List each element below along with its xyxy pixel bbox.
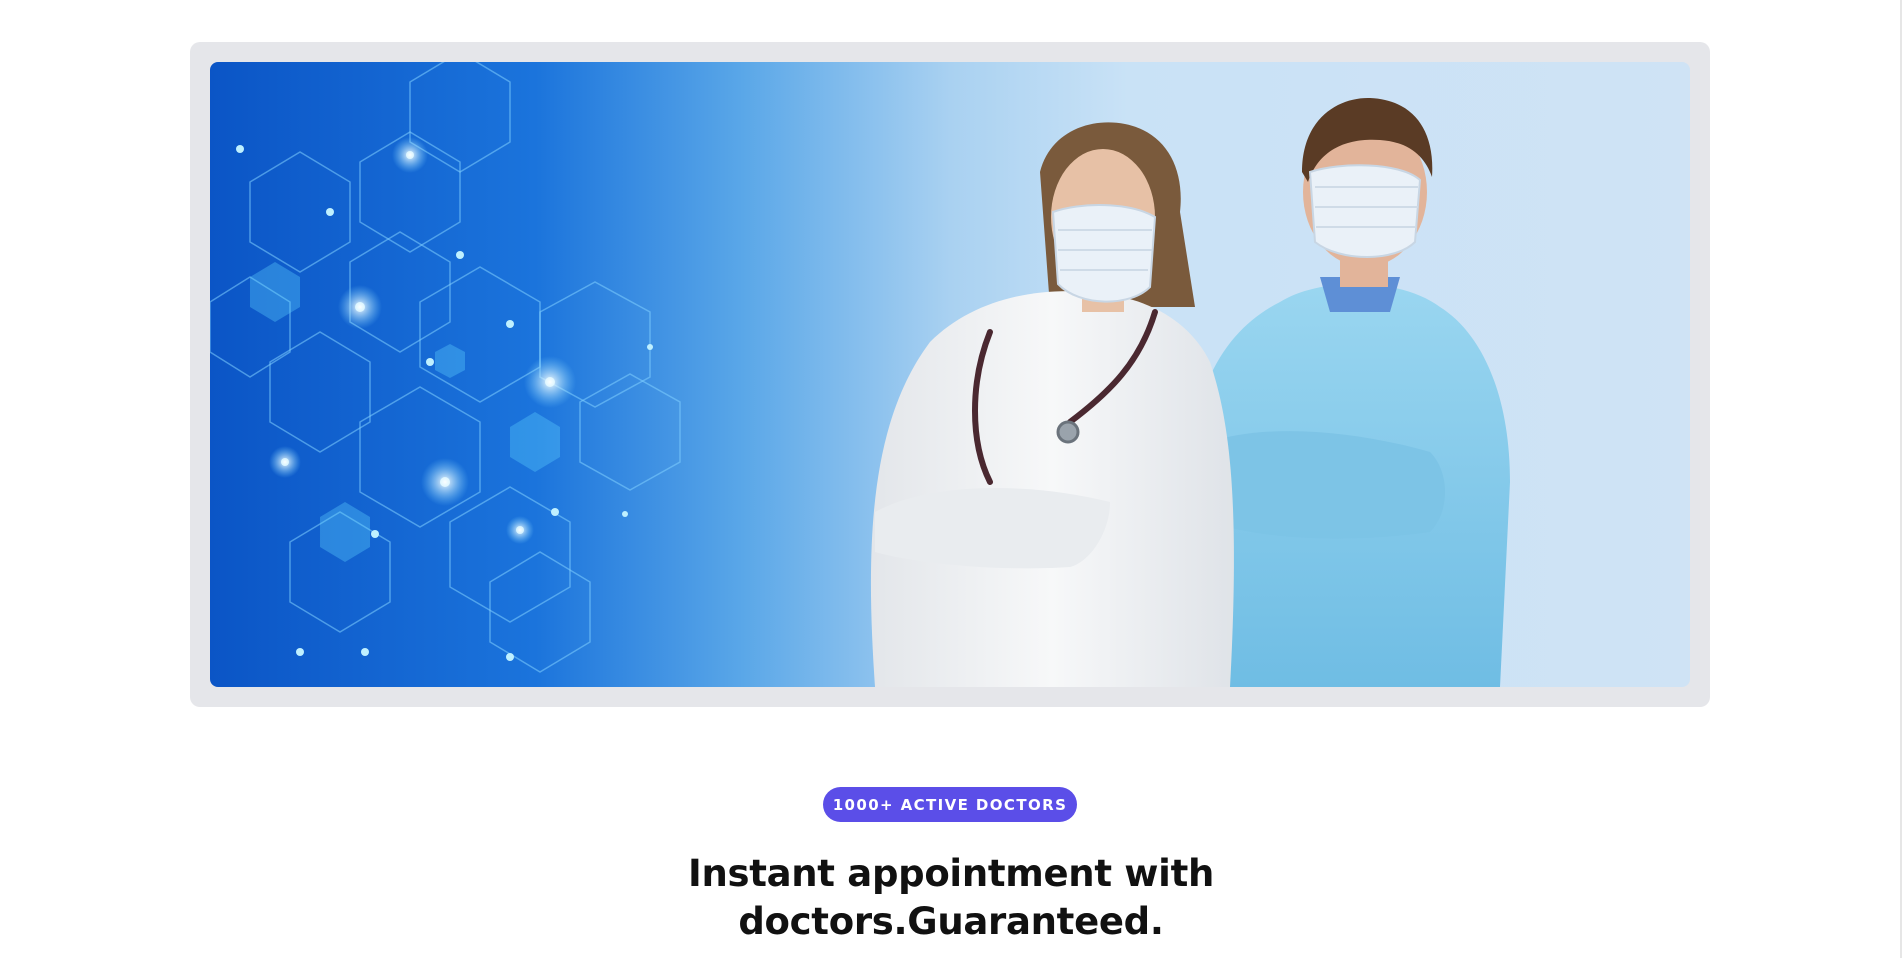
hexagon-fills [250, 262, 560, 562]
hero-headline: Instant appointment with doctors.Guarant… [551, 850, 1351, 946]
active-doctors-badge: 1000+ ACTIVE DOCTORS [823, 787, 1077, 822]
hero-image-frame [190, 42, 1710, 707]
headline-line-1: Instant appointment with [687, 852, 1214, 895]
page: 1000+ ACTIVE DOCTORS Instant appointment… [0, 0, 1902, 958]
hero-banner-image [210, 62, 1690, 687]
male-doctor-figure [1190, 97, 1510, 687]
female-doctor-figure [870, 122, 1234, 687]
headline-line-2: doctors.Guaranteed. [738, 900, 1164, 943]
hero-illustration [210, 62, 1510, 687]
